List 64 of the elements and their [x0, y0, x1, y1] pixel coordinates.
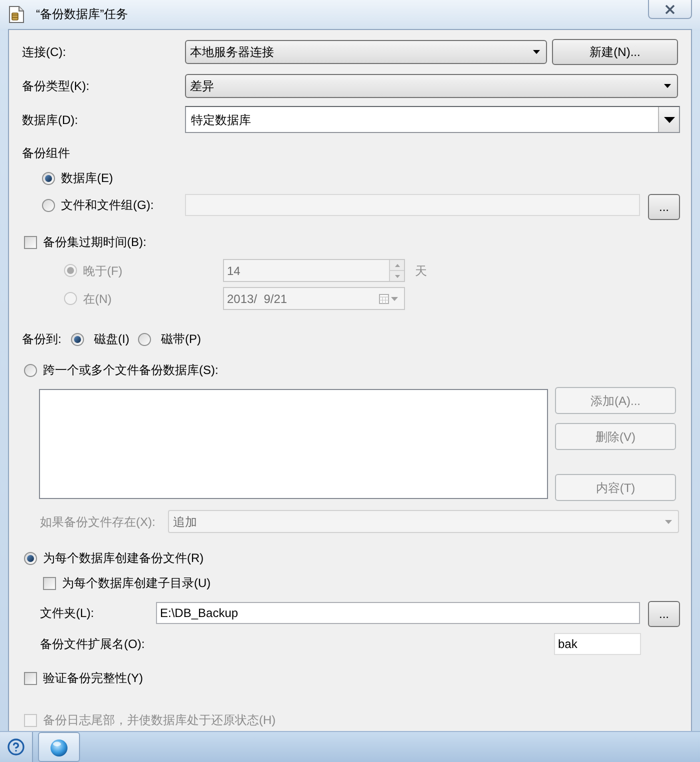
close-icon: [665, 4, 675, 14]
number-field[interactable]: 14: [223, 259, 405, 282]
field-label: 文件夹(L):: [40, 605, 94, 621]
app-button[interactable]: [38, 732, 80, 762]
dropdown[interactable]: 差异: [185, 74, 678, 98]
help-icon: [7, 738, 25, 756]
caret-icon: [391, 296, 398, 300]
option-label: 跨一个或多个文件备份数据库(S):: [43, 362, 218, 378]
caret-icon: [533, 50, 540, 54]
field-label: 备份到:: [22, 331, 62, 347]
caret-icon: [665, 520, 672, 524]
help-button[interactable]: [0, 732, 33, 762]
radio-button[interactable]: [24, 552, 37, 564]
option-label: 磁盘(I): [94, 331, 130, 347]
radio-button[interactable]: [138, 332, 151, 346]
radio-button[interactable]: [64, 264, 77, 277]
dropdown[interactable]: 追加: [168, 510, 679, 533]
field-label: 数据库(D):: [22, 112, 78, 128]
caret-icon: [664, 116, 674, 122]
browse-button[interactable]: ...: [648, 194, 680, 220]
option-label: 文件和文件组(G):: [61, 197, 154, 213]
dropdown-button[interactable]: [658, 107, 679, 132]
field-label: 备份文件扩展名(O):: [40, 636, 145, 652]
new-button[interactable]: 新建(N)...: [552, 39, 678, 65]
dropdown[interactable]: 特定数据库: [185, 106, 680, 133]
caret-icon: [664, 84, 671, 88]
field-label: 连接(C):: [22, 44, 66, 60]
orb-icon: [49, 737, 69, 757]
input-field[interactable]: E:\DB_Backup: [156, 602, 640, 624]
file-list[interactable]: [39, 389, 548, 499]
option-label: 磁带(P): [161, 331, 201, 347]
document-icon: [9, 6, 24, 23]
option-label: 为每个数据库创建备份文件(R): [43, 550, 204, 566]
field-label: 如果备份文件存在(X):: [40, 514, 156, 530]
checkbox-label: 验证备份完整性(Y): [43, 670, 143, 686]
date-field[interactable]: 2013/ 9/21: [223, 287, 405, 310]
checkbox[interactable]: [43, 576, 56, 590]
checkbox-label: 为每个数据库创建子目录(U): [62, 575, 211, 591]
radio-button[interactable]: [42, 172, 55, 184]
checkbox[interactable]: [24, 236, 37, 248]
option-label: 在(N): [83, 290, 112, 306]
radio-button[interactable]: [64, 292, 77, 305]
option-label: 数据库(E): [61, 170, 113, 186]
section-heading: 备份组件: [22, 145, 70, 161]
caret-down-icon: [394, 274, 400, 278]
option-label: 晚于(F): [83, 262, 122, 278]
spin-up-button[interactable]: [390, 260, 404, 271]
window-title: “备份数据库”任务: [36, 6, 128, 22]
radio-button[interactable]: [24, 364, 37, 376]
radio-button[interactable]: [42, 198, 55, 212]
dropdown[interactable]: 本地服务器连接: [185, 40, 547, 64]
spin-down-button[interactable]: [390, 271, 404, 281]
checkbox-label: 备份集过期时间(B):: [43, 234, 146, 250]
field-label: 备份类型(K):: [22, 78, 90, 94]
calendar-icon: [379, 294, 389, 304]
radio-button[interactable]: [71, 332, 84, 346]
checkbox-label: 备份日志尾部，并使数据库处于还原状态(H): [43, 712, 276, 728]
close-button[interactable]: [648, 0, 692, 19]
unit-label: 天: [415, 262, 427, 278]
input-field[interactable]: bak: [554, 633, 641, 655]
input-field[interactable]: [185, 194, 640, 216]
browse-button[interactable]: ...: [648, 601, 680, 627]
checkbox[interactable]: [24, 672, 37, 684]
caret-up-icon: [394, 264, 400, 266]
